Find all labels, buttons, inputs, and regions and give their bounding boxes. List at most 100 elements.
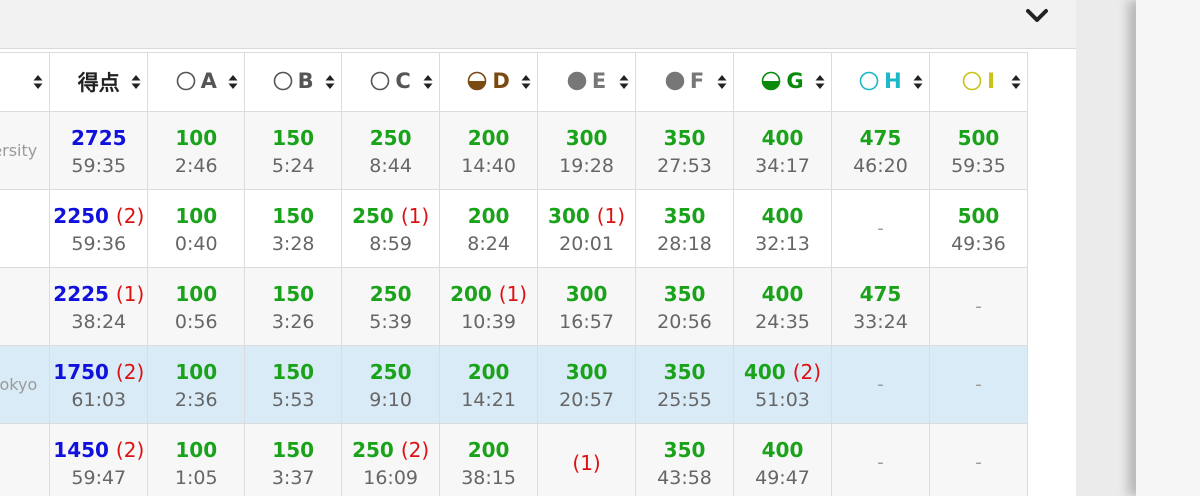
problem-result-cell: 150 5:53 (244, 345, 343, 424)
points-line: 100 (148, 435, 244, 465)
filled-circle-icon (665, 71, 685, 90)
score-cell: 2225 (1) 38:24 (49, 267, 149, 346)
problem-result-cell: 475 33:24 (830, 267, 930, 346)
problem-result-cell: 150 5:24 (244, 111, 343, 190)
points-line: 150 (245, 435, 341, 465)
time-line: 5:24 (245, 153, 341, 179)
problem-points: 100 (175, 125, 218, 150)
problem-column-header[interactable]: G (733, 52, 832, 112)
sort-arrows-icon[interactable] (619, 74, 629, 90)
sort-arrows-icon[interactable] (521, 74, 531, 90)
problem-column-header[interactable]: F (635, 52, 735, 112)
penalty-count: (2) (115, 359, 145, 384)
points-line: 250 (1) (342, 201, 439, 231)
solve-time: 32:13 (755, 232, 810, 255)
score-line: 2250 (2) (50, 201, 147, 231)
standings-table: 得点 A B C D E F G H I ersity 2725 59:35 100 2:46 150 5:2… (0, 52, 1029, 496)
score-cell: 2725 59:35 (49, 111, 149, 190)
sort-arrows-icon[interactable] (913, 74, 923, 90)
sort-arrows-icon[interactable] (325, 74, 335, 90)
problem-column-header[interactable]: E (537, 52, 637, 112)
problem-result-cell: 200 38:15 (439, 423, 539, 496)
filled-circle-icon (567, 71, 587, 90)
problem-column-header[interactable]: H (830, 52, 930, 112)
time-line: 9:10 (342, 387, 439, 413)
solve-time: 20:57 (559, 388, 614, 411)
problem-result-cell: 100 0:40 (147, 189, 246, 268)
problem-points: 100 (175, 281, 218, 306)
problem-header-content: B (273, 69, 314, 93)
sort-arrows-icon[interactable] (815, 74, 825, 90)
sort-arrows-icon[interactable] (33, 74, 43, 90)
points-line: 150 (245, 357, 341, 387)
points-line: 250 (342, 123, 439, 153)
points-line: 200 (440, 123, 537, 153)
solve-time: 5:24 (271, 154, 315, 177)
points-line: 100 (148, 123, 244, 153)
problem-points: 100 (175, 437, 218, 462)
table-row[interactable]: 1450 (2) 59:47 100 1:05 150 3:37 250 (2) 16:09 2… (0, 423, 1029, 496)
time-line: 5:39 (342, 309, 439, 335)
sort-arrows-icon[interactable] (1011, 74, 1021, 90)
problem-column-header[interactable]: B (244, 52, 343, 112)
problem-points: 200 (467, 359, 510, 384)
problem-points: 300 (548, 203, 590, 228)
problem-column-header[interactable]: C (341, 52, 441, 112)
problem-points: 150 (272, 281, 315, 306)
problem-header-content: H (859, 69, 902, 93)
points-line: 300 (538, 279, 635, 309)
score-column-header[interactable]: 得点 (49, 52, 149, 112)
points-line: 250 (342, 357, 439, 387)
problem-result-cell: 500 59:35 (928, 111, 1029, 190)
solve-time: 16:09 (363, 466, 418, 489)
penalty-count: (2) (115, 203, 145, 228)
sort-arrows-icon[interactable] (423, 74, 433, 90)
time-line: 8:59 (342, 231, 439, 257)
problem-column-header[interactable]: A (147, 52, 246, 112)
problem-result-cell: 400 24:35 (733, 267, 832, 346)
time-line: 1:05 (148, 465, 244, 491)
problem-result-cell: 300 (1) 20:01 (537, 189, 637, 268)
sort-arrows-icon[interactable] (717, 74, 727, 90)
problem-result-cell: 100 2:46 (147, 111, 246, 190)
points-line: 100 (148, 201, 244, 231)
sort-arrows-icon[interactable] (131, 74, 141, 90)
score-time-line: 59:36 (50, 231, 147, 257)
problem-result-cell: 400 49:47 (733, 423, 832, 496)
points-line: 200 (440, 201, 537, 231)
problem-result-cell: 200 14:21 (439, 345, 539, 424)
team-column-header[interactable] (0, 52, 51, 112)
score-time-line: 59:35 (50, 153, 147, 179)
empty-circle-icon (859, 71, 879, 90)
problem-points: 500 (957, 203, 1000, 228)
problem-column-header[interactable]: D (439, 52, 539, 112)
table-row[interactable]: okyo 1750 (2) 61:03 100 2:36 150 5:53 250 9:10 20… (0, 345, 1029, 424)
problem-result-cell: (1) (537, 423, 637, 496)
problem-result-cell: - (830, 189, 930, 268)
problem-column-header[interactable]: I (928, 52, 1029, 112)
time-line: 51:03 (734, 387, 831, 413)
problem-label: F (689, 68, 705, 93)
chevron-down-icon[interactable] (1024, 6, 1050, 26)
problem-label: E (591, 68, 607, 93)
problem-points: 100 (175, 359, 218, 384)
sort-arrows-icon[interactable] (228, 74, 238, 90)
solve-time: 19:28 (559, 154, 614, 177)
half-filled-circle-icon (468, 71, 487, 90)
score-cell: 1450 (2) 59:47 (49, 423, 149, 496)
table-row[interactable]: ersity 2725 59:35 100 2:46 150 5:24 250 8:44 200 1… (0, 111, 1029, 190)
problem-result-cell: 100 2:36 (147, 345, 246, 424)
points-line: 500 (930, 201, 1027, 231)
table-row[interactable]: 2225 (1) 38:24 100 0:56 150 3:26 250 5:39 200 (1… (0, 267, 1029, 346)
half-filled-circle-icon (762, 71, 781, 90)
points-line: 350 (636, 123, 733, 153)
solve-time: 2:46 (174, 154, 218, 177)
table-row[interactable]: 2250 (2) 59:36 100 0:40 150 3:28 250 (1) 8:59 20… (0, 189, 1029, 268)
penalty-count: (2) (792, 359, 822, 384)
solve-time: 14:21 (461, 388, 516, 411)
problem-points: 350 (663, 203, 706, 228)
penalty-count: (1) (596, 203, 626, 228)
time-line: 16:09 (342, 465, 439, 491)
problem-label: A (200, 68, 217, 93)
points-line: 150 (245, 123, 341, 153)
